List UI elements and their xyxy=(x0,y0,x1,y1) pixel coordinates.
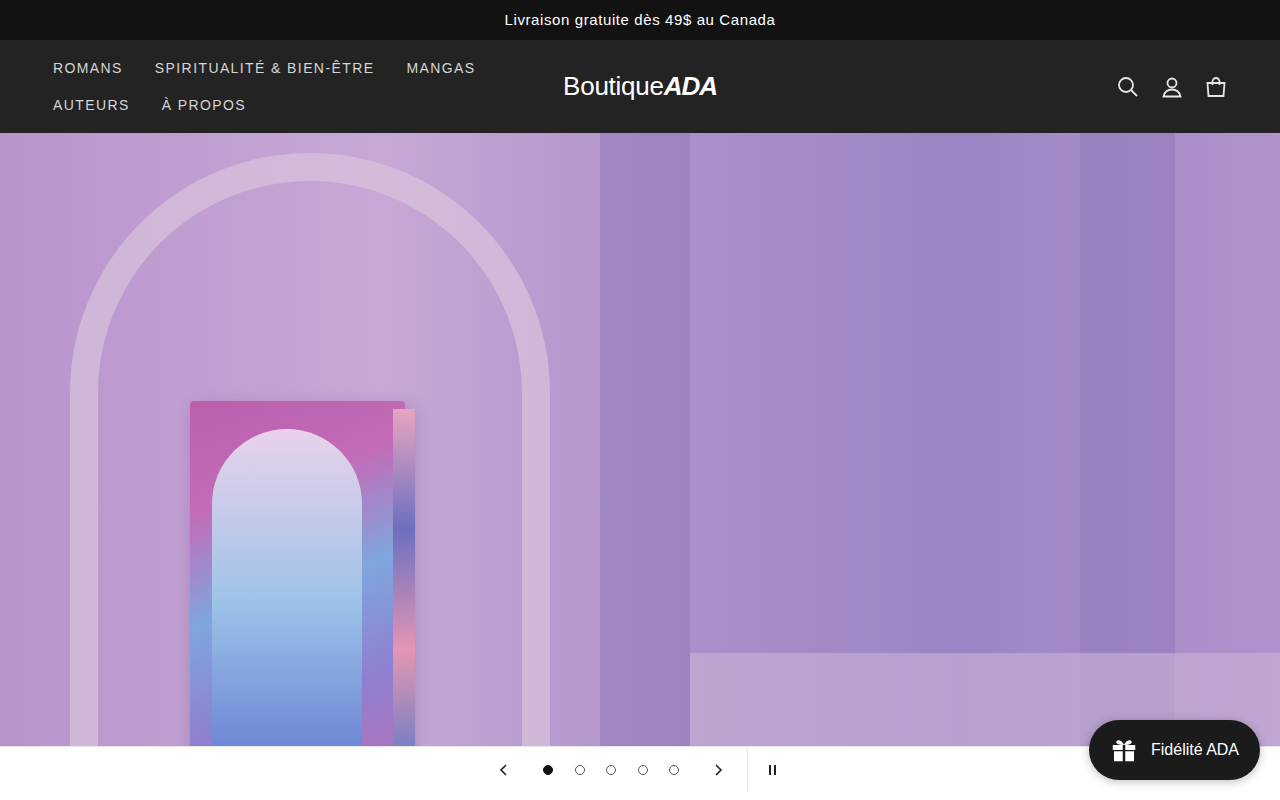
logo-word: Boutique xyxy=(563,67,664,106)
nav-link[interactable]: SPIRITUALITÉ & BIEN-ÊTRE xyxy=(139,52,391,85)
slider-next-button[interactable] xyxy=(696,748,740,792)
announcement-bar: Livraison gratuite dès 49$ au Canada xyxy=(0,0,1280,40)
nav-link[interactable]: MANGAS xyxy=(390,52,491,85)
chevron-left-icon xyxy=(499,764,509,776)
slider-prev-button[interactable] xyxy=(482,748,526,792)
nav-link[interactable]: AUTEURS xyxy=(37,89,146,122)
logo-mark: ADA xyxy=(664,67,717,106)
gift-icon xyxy=(1109,735,1139,765)
cart-icon[interactable] xyxy=(1204,75,1228,99)
main-nav: ROMANSSPIRITUALITÉ & BIEN-ÊTREMANGAS AUTE… xyxy=(0,52,563,122)
nav-row: ROMANSSPIRITUALITÉ & BIEN-ÊTREMANGAS xyxy=(37,52,563,85)
account-icon[interactable] xyxy=(1160,75,1184,99)
hero-banner xyxy=(0,133,1280,746)
slider-controls xyxy=(0,746,1280,792)
slider-dot-button[interactable] xyxy=(564,748,596,792)
pause-icon xyxy=(768,764,778,776)
slider-dot xyxy=(606,765,616,775)
announcement-text: Livraison gratuite dès 49$ au Canada xyxy=(505,9,776,32)
nav-link[interactable]: ROMANS xyxy=(37,52,139,85)
loyalty-button[interactable]: Fidélité ADA xyxy=(1089,720,1260,780)
slider-dot-button[interactable] xyxy=(595,748,627,792)
logo[interactable]: Boutique ADA xyxy=(563,67,717,106)
slider-dot xyxy=(669,765,679,775)
nav-row: AUTEURSÀ PROPOS xyxy=(37,89,563,122)
slider-dots xyxy=(526,748,696,792)
slider-dot xyxy=(638,765,648,775)
book-cover xyxy=(190,401,405,746)
chevron-right-icon xyxy=(713,764,723,776)
site-header: ROMANSSPIRITUALITÉ & BIEN-ÊTREMANGAS AUTE… xyxy=(0,40,1280,133)
hero-column xyxy=(600,133,690,746)
slider-dot xyxy=(543,765,553,775)
slider-dot-button[interactable] xyxy=(658,748,690,792)
slider-pause-button[interactable] xyxy=(748,748,798,792)
loyalty-label: Fidélité ADA xyxy=(1151,738,1239,762)
nav-link[interactable]: À PROPOS xyxy=(146,89,262,122)
slider-dot-button[interactable] xyxy=(627,748,659,792)
search-icon[interactable] xyxy=(1116,75,1140,99)
slider-dot-button[interactable] xyxy=(532,748,564,792)
header-icons xyxy=(717,75,1280,99)
slider-dot xyxy=(575,765,585,775)
